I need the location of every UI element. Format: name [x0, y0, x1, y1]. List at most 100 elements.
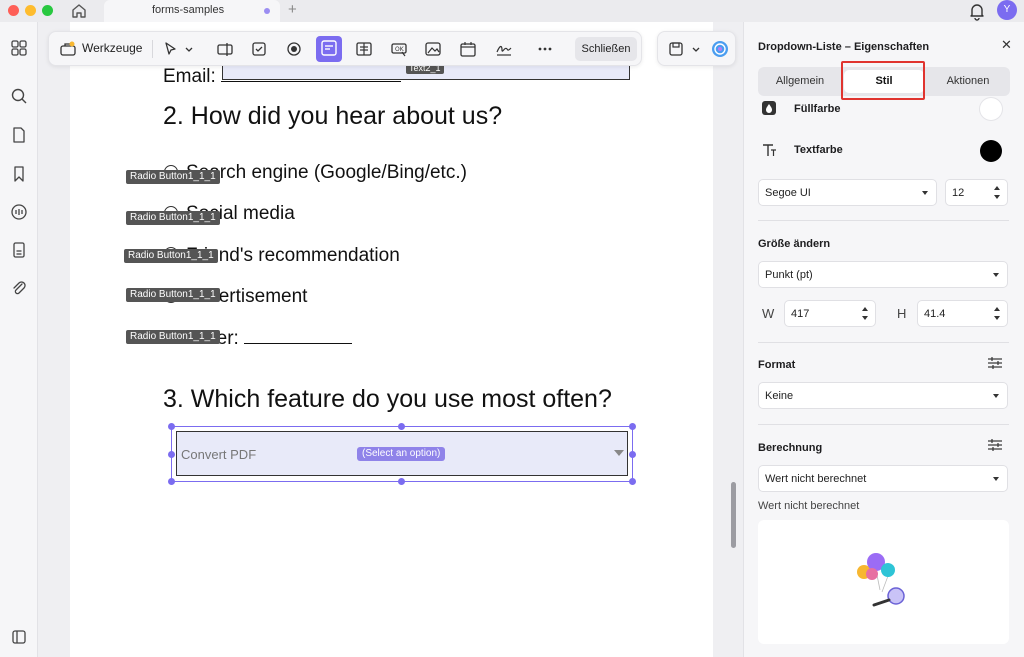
- tab-aktionen[interactable]: Aktionen: [926, 67, 1010, 96]
- ok-button-icon: OK: [391, 43, 407, 57]
- vertical-scrollbar[interactable]: [731, 482, 736, 548]
- save-options-chevron[interactable]: [688, 38, 700, 60]
- new-tab-plus-icon[interactable]: +: [288, 1, 297, 18]
- resize-handle[interactable]: [629, 423, 636, 430]
- font-family-value: Segoe UI: [765, 187, 811, 199]
- date-field-tool-button[interactable]: [456, 38, 480, 60]
- width-value: 417: [791, 308, 810, 320]
- save-dropdown-button[interactable]: [664, 38, 688, 60]
- list-box-tool-button[interactable]: [352, 38, 376, 60]
- form-icon[interactable]: [9, 240, 29, 260]
- tab-forms-samples[interactable]: forms-samples: [104, 0, 280, 22]
- stepper-arrows-icon[interactable]: [862, 306, 869, 322]
- font-family-select[interactable]: Segoe UI: [758, 179, 937, 206]
- format-select[interactable]: Keine: [758, 382, 1008, 409]
- chevron-down-icon: [993, 477, 999, 481]
- resize-handle[interactable]: [168, 451, 175, 458]
- close-form-mode-button[interactable]: Schließen: [575, 37, 637, 61]
- maximize-window-button[interactable]: [42, 5, 53, 16]
- unit-select[interactable]: Punkt (pt): [758, 261, 1008, 288]
- text-color-swatch[interactable]: [980, 140, 1002, 162]
- image-field-tool-button[interactable]: [421, 38, 445, 60]
- ai-assistant-button[interactable]: [708, 38, 732, 60]
- balloons-illustration-icon: [857, 553, 905, 607]
- more-dots-icon: [538, 47, 552, 51]
- page-thumbnail-icon[interactable]: [9, 125, 29, 145]
- calculation-select[interactable]: Wert nicht berechnet: [758, 465, 1008, 492]
- search-icon[interactable]: [9, 86, 29, 106]
- calculation-value: Wert nicht berechnet: [765, 473, 867, 485]
- height-value: 41.4: [924, 308, 946, 320]
- sliders-icon[interactable]: [987, 355, 1003, 371]
- stepper-arrows-icon[interactable]: [994, 185, 1001, 201]
- tab-allgemein[interactable]: Allgemein: [758, 67, 842, 96]
- radio-tool-button[interactable]: [282, 38, 306, 60]
- dropdown-arrow-icon: [614, 450, 624, 456]
- toolbox-icon: [60, 41, 76, 56]
- comment-icon[interactable]: [9, 202, 29, 222]
- option-text: Friend's recommendation: [186, 245, 400, 266]
- close-icon[interactable]: ✕: [1001, 37, 1012, 53]
- tab-label: forms-samples: [152, 4, 225, 16]
- format-value: Keine: [765, 390, 794, 402]
- dropdown-list-icon: [321, 40, 337, 56]
- unsaved-dot-icon: [264, 8, 270, 14]
- calendar-icon: [460, 42, 476, 57]
- chevron-down-icon: [922, 191, 928, 195]
- chevron-down-icon: [993, 394, 999, 398]
- text-field-icon: [217, 43, 233, 56]
- fill-color-swatch[interactable]: [980, 98, 1002, 120]
- calculation-label: Berechnung: [758, 442, 823, 454]
- close-window-button[interactable]: [8, 5, 19, 16]
- resize-handle[interactable]: [629, 478, 636, 485]
- toolbar-divider: [152, 40, 153, 58]
- signature-tool-button[interactable]: [492, 38, 516, 60]
- bookmark-icon[interactable]: [9, 164, 29, 184]
- text-field-tool-button[interactable]: [213, 38, 237, 60]
- resize-handle[interactable]: [168, 478, 175, 485]
- radio-button-tag: Radio Button1_1_1: [126, 330, 220, 344]
- resize-handle[interactable]: [629, 451, 636, 458]
- svg-text:OK: OK: [395, 46, 405, 53]
- sliders-icon[interactable]: [987, 437, 1003, 453]
- cursor-arrow-icon: [165, 42, 176, 55]
- chevron-down-icon: [993, 273, 999, 277]
- question-2-heading: 2. How did you hear about us?: [163, 102, 503, 130]
- text-color-icon: [763, 144, 776, 156]
- resize-handle[interactable]: [398, 423, 405, 430]
- title-bar: forms-samples + Y: [0, 0, 1024, 22]
- tools-label: Werkzeuge: [82, 41, 143, 55]
- height-stepper[interactable]: 41.4: [917, 300, 1008, 327]
- dropdown-tool-button[interactable]: [316, 36, 342, 62]
- section-divider: [758, 424, 1009, 425]
- attachment-icon[interactable]: [9, 278, 29, 298]
- question-3-heading: 3. Which feature do you use most often?: [163, 385, 612, 413]
- font-size-stepper[interactable]: 12: [945, 179, 1008, 206]
- panel-toggle-icon[interactable]: [9, 627, 29, 647]
- more-options-button[interactable]: [533, 38, 557, 60]
- properties-panel: Dropdown-Liste – Eigenschaften ✕ Allgeme…: [743, 22, 1024, 657]
- resize-handle[interactable]: [168, 423, 175, 430]
- home-icon[interactable]: [70, 2, 88, 20]
- empty-state-illustration-box: [758, 520, 1009, 644]
- button-tool-button[interactable]: OK: [387, 38, 411, 60]
- highlight-annotation: [841, 61, 925, 100]
- select-tool-dropdown[interactable]: [181, 38, 197, 60]
- panel-title: Dropdown-Liste – Eigenschaften: [758, 41, 930, 53]
- stepper-arrows-icon[interactable]: [994, 306, 1001, 322]
- dropdown-field[interactable]: Convert PDF (Select an option): [176, 431, 628, 476]
- width-stepper[interactable]: 417: [784, 300, 876, 327]
- grid-icon[interactable]: [9, 38, 29, 58]
- resize-handle[interactable]: [398, 478, 405, 485]
- chevron-down-icon: [185, 47, 193, 52]
- signature-icon: [496, 45, 512, 56]
- radio-button-tag: Radio Button1_1_1: [126, 288, 220, 302]
- bell-icon[interactable]: [967, 1, 987, 21]
- select-tool-button[interactable]: [159, 38, 183, 60]
- checkbox-tool-button[interactable]: [247, 38, 271, 60]
- dropdown-value: Convert PDF: [181, 447, 257, 462]
- avatar[interactable]: Y: [997, 0, 1017, 20]
- height-label: H: [897, 306, 907, 321]
- ai-assistant-icon: [712, 41, 728, 57]
- minimize-window-button[interactable]: [25, 5, 36, 16]
